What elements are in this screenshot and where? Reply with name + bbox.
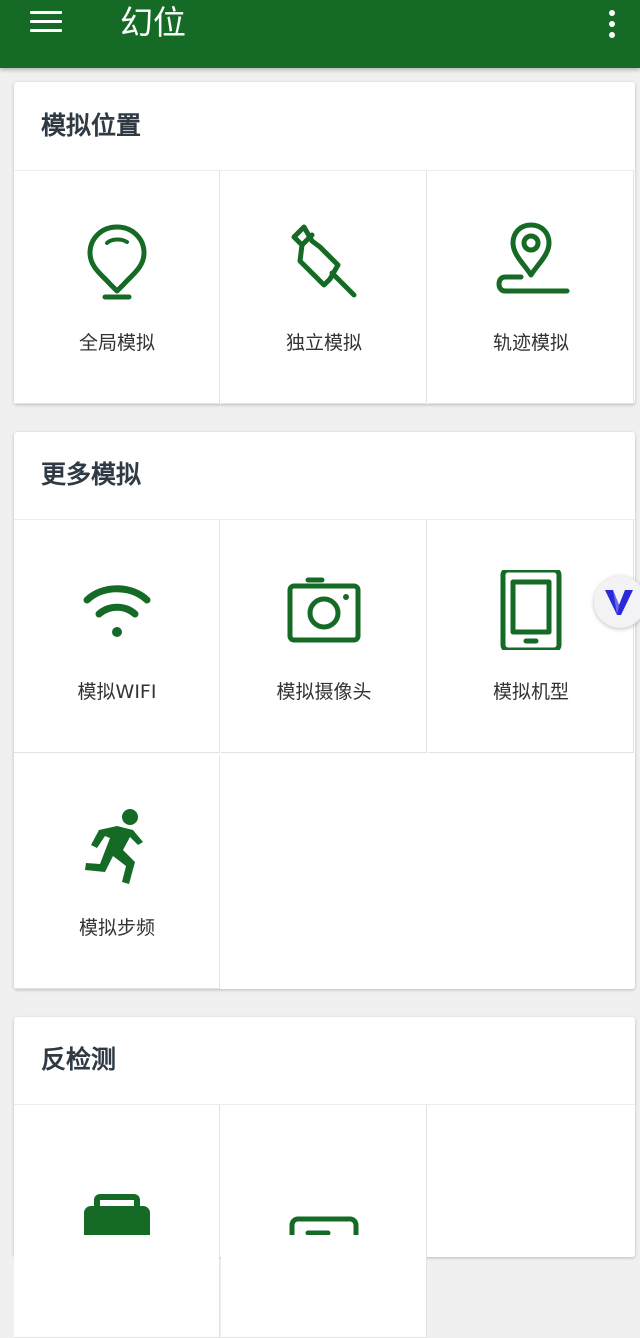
menu-icon[interactable]: [30, 9, 62, 35]
card-icon: [289, 1216, 359, 1235]
cell-label: 全局模拟: [78, 332, 155, 354]
anti-detect-card-button[interactable]: [221, 1105, 427, 1338]
route-pin-icon: [496, 222, 570, 294]
running-person-icon: [85, 809, 143, 884]
anti-detect-app-button[interactable]: [14, 1105, 220, 1338]
app-icon: [84, 1194, 150, 1235]
global-simulate-button[interactable]: 全局模拟: [14, 171, 220, 404]
cell-label: 模拟摄像头: [276, 681, 372, 703]
section-more-simulate: 更多模拟 模拟WIFI 模拟摄像头 模拟机型 模拟步频: [14, 432, 635, 989]
more-vert-icon[interactable]: [606, 9, 618, 39]
simulate-wifi-button[interactable]: 模拟WIFI: [14, 520, 220, 753]
simulate-device-model-button[interactable]: 模拟机型: [428, 520, 634, 753]
app-title: 幻位: [120, 3, 186, 42]
floating-assistant-button[interactable]: [594, 576, 640, 628]
pushpin-icon: [291, 224, 357, 298]
section-title: 模拟位置: [41, 111, 142, 140]
section-title: 更多模拟: [41, 460, 142, 489]
tablet-icon: [500, 570, 562, 650]
cell-label: 轨迹模拟: [492, 332, 569, 354]
wifi-icon: [83, 585, 151, 637]
trajectory-simulate-button[interactable]: 轨迹模拟: [428, 171, 634, 404]
section-anti-detection: 反检测: [14, 1017, 635, 1338]
simulate-camera-button[interactable]: 模拟摄像头: [221, 520, 427, 753]
location-marker-icon: [87, 224, 147, 300]
cell-label: 模拟机型: [492, 681, 569, 703]
v-logo-icon: [605, 590, 633, 615]
simulate-step-frequency-button[interactable]: 模拟步频: [14, 756, 220, 989]
cell-label: 模拟步频: [78, 917, 155, 939]
app-bar: 幻位: [0, 0, 640, 68]
cell-label: 独立模拟: [285, 332, 362, 354]
section-simulate-location: 模拟位置 全局模拟 独立模拟 轨迹模拟: [14, 82, 635, 404]
independent-simulate-button[interactable]: 独立模拟: [221, 171, 427, 404]
cell-label: 模拟WIFI: [77, 681, 157, 703]
section-title: 反检测: [41, 1045, 117, 1074]
camera-icon: [287, 577, 361, 643]
